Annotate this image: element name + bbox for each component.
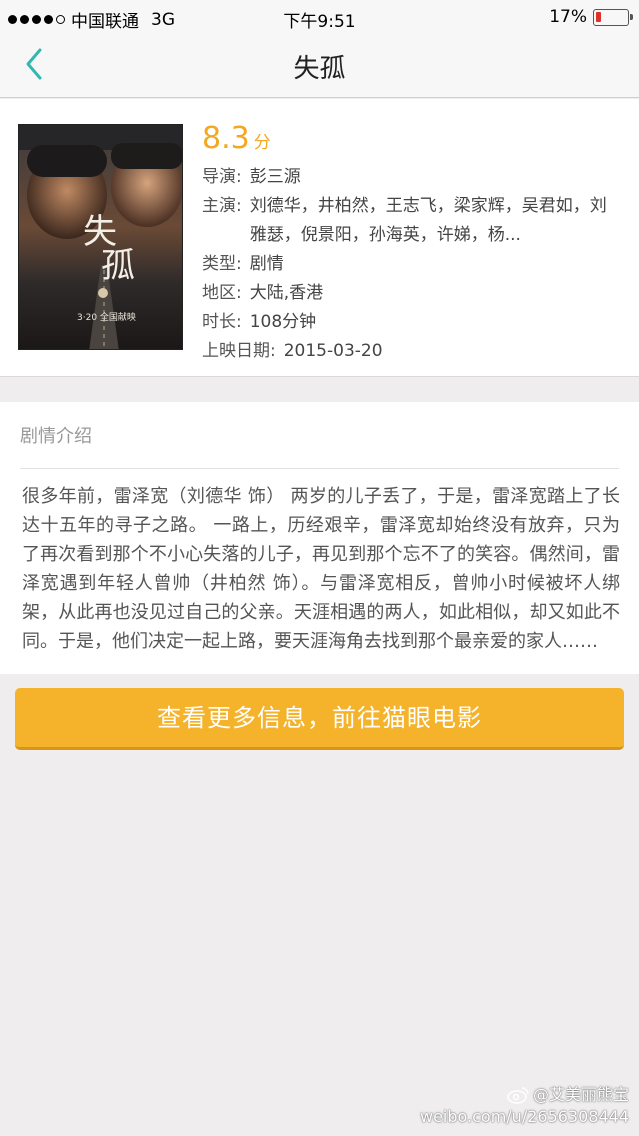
- status-time: 下午9:51: [283, 12, 356, 32]
- watermark-user: @艾美丽熊宝: [532, 1085, 629, 1104]
- view-more-maoyan-button[interactable]: 查看更多信息，前往猫眼电影: [15, 688, 624, 750]
- movie-info-card: 失 孤 3·20 全国献映 8.3 分 导演: 彭三源 主演: 刘德华，井柏然，王…: [0, 99, 639, 377]
- genre-label: 类型:: [202, 254, 242, 274]
- synopsis-heading: 剧情介绍: [20, 426, 92, 447]
- poster-title-char-2: 孤: [101, 246, 135, 286]
- cast-row: 主演: 刘德华，井柏然，王志飞，梁家辉，吴君如，刘雅瑟，倪景阳，孙海英，许娣，杨…: [202, 192, 622, 250]
- synopsis-text: 很多年前，雷泽宽（刘德华 饰） 两岁的儿子丢了，于是，雷泽宽踏上了长达十五年的寻…: [22, 486, 620, 652]
- release-row: 上映日期: 2015-03-20: [202, 337, 622, 366]
- cast-value: 刘德华，井柏然，王志飞，梁家辉，吴君如，刘雅瑟，倪景阳，孙海英，许娣，杨...: [249, 196, 607, 245]
- synopsis-divider: [20, 468, 619, 469]
- synopsis-card: 剧情介绍 很多年前，雷泽宽（刘德华 饰） 两岁的儿子丢了，于是，雷泽宽踏上了长达…: [0, 402, 639, 674]
- battery-percent: 17%: [549, 7, 587, 27]
- region-row: 地区: 大陆,香港: [202, 279, 622, 308]
- poster-release-text: 3·20 全国献映: [77, 311, 136, 323]
- rating-unit: 分: [253, 133, 271, 153]
- page-title: 失孤: [293, 54, 346, 84]
- duration-label: 时长:: [202, 312, 242, 332]
- release-label: 上映日期:: [202, 341, 276, 361]
- director-label: 导演:: [202, 167, 242, 187]
- battery-fill: [596, 11, 601, 22]
- director-value: 彭三源: [249, 167, 301, 187]
- weibo-watermark: @艾美丽熊宝 weibo.com/u/2656308444: [420, 1084, 629, 1128]
- status-right: 17%: [549, 7, 633, 27]
- cast-label: 主演:: [202, 196, 242, 216]
- watermark-user-row: @艾美丽熊宝: [420, 1084, 629, 1106]
- movie-details: 8.3 分 导演: 彭三源 主演: 刘德华，井柏然，王志飞，梁家辉，吴君如，刘雅瑟…: [202, 119, 622, 366]
- genre-value: 剧情: [249, 254, 284, 274]
- movie-rating: 8.3 分: [202, 119, 622, 163]
- battery-icon: [593, 8, 633, 26]
- navigation-bar: 失孤: [0, 34, 639, 98]
- movie-poster[interactable]: 失 孤 3·20 全国献映: [18, 124, 183, 350]
- duration-row: 时长: 108分钟: [202, 308, 622, 337]
- director-row: 导演: 彭三源: [202, 163, 622, 192]
- release-value: 2015-03-20: [283, 341, 383, 361]
- watermark-url: weibo.com/u/2656308444: [419, 1107, 629, 1126]
- duration-value: 108分钟: [249, 312, 317, 332]
- weibo-icon: [507, 1087, 529, 1104]
- status-bar: 中国联通 3G 下午9:51 17%: [0, 0, 639, 34]
- region-value: 大陆,香港: [249, 283, 324, 303]
- poster-image: 失 孤 3·20 全国献映: [19, 125, 182, 349]
- rating-value: 8.3: [202, 121, 250, 156]
- region-label: 地区:: [202, 283, 242, 303]
- genre-row: 类型: 剧情: [202, 250, 622, 279]
